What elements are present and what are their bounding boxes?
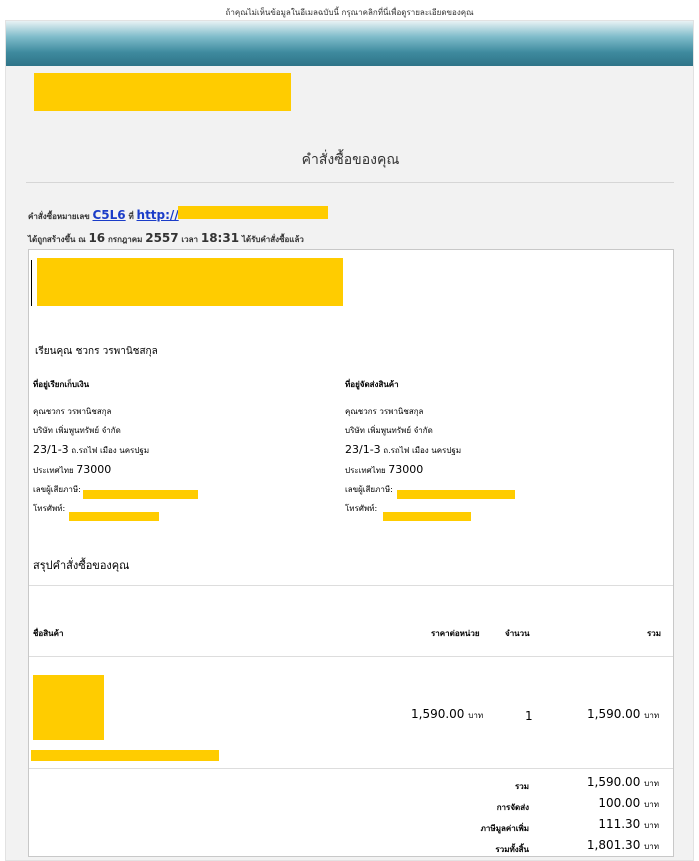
shipping-country-line: ประเทศไทย 73000 <box>345 460 461 480</box>
col-total-header: รวม <box>647 629 662 638</box>
shipping-street: 23/1-3 ถ.รถไฟ เมือง นครปฐม <box>345 440 461 460</box>
shipping-company: บริษัท เพิ่มพูนทรัพย์ จำกัด <box>345 426 433 435</box>
title-divider <box>26 182 674 183</box>
store-logo <box>31 71 301 121</box>
summary-divider <box>29 585 673 586</box>
billing-tax-redaction <box>83 490 198 499</box>
shipping-country: ประเทศไทย <box>345 466 386 475</box>
subtotal-label: รวม <box>514 782 529 791</box>
view-online-link[interactable]: ถ้าคุณไม่เห็นข้อมูลในอีเมลฉบับนี้ กรุณาค… <box>226 8 474 17</box>
row-unit-price-currency: บาท <box>468 711 484 720</box>
billing-name: คุณชวกร วรพานิชสกุล <box>33 407 112 416</box>
url-redaction <box>178 206 328 219</box>
row-unit-price-value: 1,590.00 <box>411 707 465 721</box>
vat-amount: 111.30 <box>598 817 641 831</box>
total-row-vat: ภาษีมูลค่าเพิ่ม 111.30 บาท <box>389 817 659 838</box>
total-row-subtotal: รวม 1,590.00 บาท <box>389 775 659 796</box>
order-number-line: คำสั่งซื้อหมายเลข C5L6 ที่ http:// <box>28 208 179 223</box>
greeting: เรียนคุณ ชวกร วรพานิชสกุล <box>35 346 158 357</box>
col-product-header: ชื่อสินค้า <box>33 629 64 638</box>
order-at-label: ที่ <box>128 212 134 221</box>
row-qty: 1 <box>525 709 533 723</box>
subtotal-amount: 1,590.00 <box>586 775 641 789</box>
col-unit-price-header: ราคาต่อหน่วย <box>431 629 480 638</box>
created-day: 16 <box>88 231 106 245</box>
grand-total-currency: บาท <box>644 842 659 851</box>
store-address-edge <box>31 260 36 306</box>
total-row-grand: รวมทั้งสิ้น 1,801.30 บาท <box>389 838 659 859</box>
header-banner <box>6 21 693 66</box>
view-online-note[interactable]: ถ้าคุณไม่เห็นข้อมูลในอีเมลฉบับนี้ กรุณาค… <box>0 6 699 19</box>
shipping-cost-amount: 100.00 <box>598 796 641 810</box>
row-unit-price: 1,590.00 บาท <box>411 707 483 722</box>
product-name-redaction <box>31 750 219 761</box>
row-total-value: 1,590.00 <box>587 707 641 721</box>
subtotal-currency: บาท <box>644 779 659 788</box>
shipping-cost-currency: บาท <box>644 800 659 809</box>
shipping-street-name: ถ.รถไฟ เมือง นครปฐม <box>383 446 462 455</box>
grand-total-amount: 1,801.30 <box>586 838 641 852</box>
created-time: 18:31 <box>200 231 240 245</box>
created-year: 2557 <box>145 231 179 245</box>
shipping-street-num: 23/1-3 <box>345 443 381 456</box>
totals-divider <box>29 768 673 769</box>
shipping-name: คุณชวกร วรพานิชสกุล <box>345 407 424 416</box>
store-address-redaction <box>37 258 343 306</box>
shipping-label: ที่อยู่จัดส่งสินค้า <box>345 380 399 389</box>
billing-label: ที่อยู่เรียกเก็บเงิน <box>33 380 90 389</box>
vat-currency: บาท <box>644 821 659 830</box>
billing-street: 23/1-3 ถ.รถไฟ เมือง นครปฐม <box>33 440 149 460</box>
order-number-prefix: คำสั่งซื้อหมายเลข <box>28 212 90 221</box>
page-title: คำสั่งซื้อของคุณ <box>301 152 400 168</box>
email-card: คำสั่งซื้อของคุณ คำสั่งซื้อหมายเลข C5L6 … <box>5 20 694 861</box>
shipping-address: คุณชวกร วรพานิชสกุล บริษัท เพิ่มพูนทรัพย… <box>345 402 461 518</box>
table-header-divider <box>29 656 673 657</box>
shipping-cost-label: การจัดส่ง <box>496 803 529 812</box>
billing-street-name: ถ.รถไฟ เมือง นครปฐม <box>71 446 150 455</box>
grand-total-label: รวมทั้งสิ้น <box>495 845 529 854</box>
billing-country-line: ประเทศไทย 73000 <box>33 460 149 480</box>
row-total: 1,590.00 บาท <box>587 707 659 722</box>
billing-address: คุณชวกร วรพานิชสกุล บริษัท เพิ่มพูนทรัพย… <box>33 402 149 518</box>
billing-postcode: 73000 <box>76 463 112 476</box>
product-image-redaction <box>33 675 104 740</box>
total-row-shipping: การจัดส่ง 100.00 บาท <box>389 796 659 817</box>
billing-phone-redaction <box>69 512 159 521</box>
subtotal-value: 1,590.00 บาท <box>587 775 659 790</box>
created-prefix: ได้ถูกสร้างขึ้น ณ <box>28 235 86 244</box>
created-month: กรกฎาคม <box>107 235 143 244</box>
billing-street-num: 23/1-3 <box>33 443 69 456</box>
logo-redaction <box>34 73 291 111</box>
order-number-link[interactable]: C5L6 <box>93 208 126 222</box>
row-total-currency: บาท <box>644 711 660 720</box>
vat-label: ภาษีมูลค่าเพิ่ม <box>480 824 529 833</box>
col-qty-header: จำนวน <box>505 629 530 638</box>
order-details-box: เรียนคุณ ชวกร วรพานิชสกุล ที่อยู่เรียกเก… <box>28 249 674 857</box>
shipping-postcode: 73000 <box>388 463 424 476</box>
shipping-cost-value: 100.00 บาท <box>598 796 659 811</box>
created-suffix: ได้รับคำสั่งซื้อแล้ว <box>241 235 304 244</box>
billing-country: ประเทศไทย <box>33 466 74 475</box>
order-summary-title: สรุปคำสั่งซื้อของคุณ <box>33 559 130 572</box>
shipping-phone-redaction <box>383 512 471 521</box>
order-totals: รวม 1,590.00 บาท การจัดส่ง 100.00 บาท ภา… <box>389 771 659 856</box>
shipping-tax-redaction <box>397 490 515 499</box>
created-time-label: เวลา <box>181 235 199 244</box>
order-created-line: ได้ถูกสร้างขึ้น ณ 16 กรกฎาคม 2557 เวลา 1… <box>28 231 304 246</box>
vat-value: 111.30 บาท <box>598 817 659 832</box>
store-url-link[interactable]: http:// <box>137 208 179 222</box>
grand-total-value: 1,801.30 บาท <box>587 838 659 853</box>
billing-company: บริษัท เพิ่มพูนทรัพย์ จำกัด <box>33 426 121 435</box>
